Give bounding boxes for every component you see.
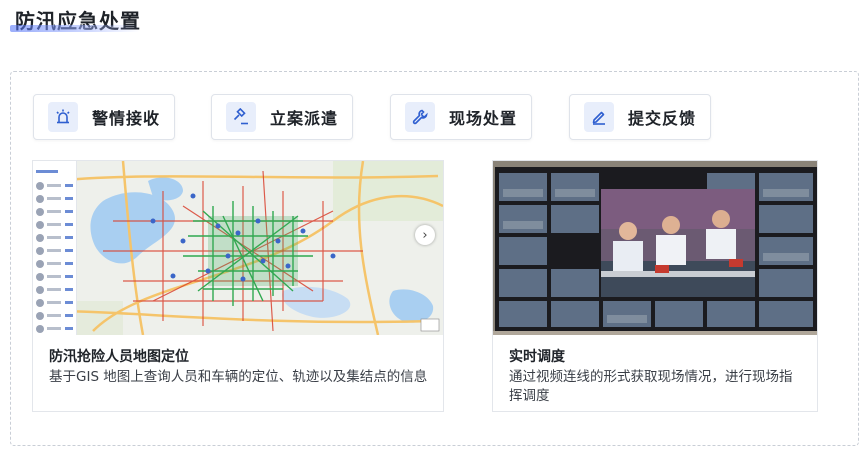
map-next-arrow-icon[interactable]: › (415, 225, 435, 245)
card-title: 实时调度 (509, 349, 565, 365)
edit-pen-icon (584, 102, 614, 132)
step-alarm-receive[interactable]: 警情接收 (33, 94, 175, 140)
card-realtime-dispatch[interactable]: 实时调度 通过视频连线的形式获取现场情况，进行现场指挥调度 (492, 160, 818, 412)
map-image: › (33, 161, 443, 335)
map-person-list (33, 161, 77, 335)
card-description: 通过视频连线的形式获取现场情况，进行现场指挥调度 (509, 369, 793, 404)
step-label: 立案派遣 (270, 109, 339, 128)
video-conference-image (493, 161, 817, 335)
step-submit-feedback[interactable]: 提交反馈 (569, 94, 711, 140)
card-title: 防汛抢险人员地图定位 (49, 349, 189, 365)
step-label: 警情接收 (92, 109, 161, 128)
card-map-positioning[interactable]: › 防汛抢险人员地图定位 基于GIS 地图上查询人员和车辆的定位、轨迹以及集结点… (32, 160, 444, 412)
title-underline (10, 25, 140, 32)
step-label: 现场处置 (449, 109, 518, 128)
wrench-icon (405, 102, 435, 132)
step-onsite-handling[interactable]: 现场处置 (390, 94, 532, 140)
step-label: 提交反馈 (628, 109, 697, 128)
step-case-dispatch[interactable]: 立案派遣 (211, 94, 353, 140)
alarm-light-icon (48, 102, 78, 132)
gavel-icon (226, 102, 256, 132)
card-description: 基于GIS 地图上查询人员和车辆的定位、轨迹以及集结点的信息 (49, 369, 428, 385)
